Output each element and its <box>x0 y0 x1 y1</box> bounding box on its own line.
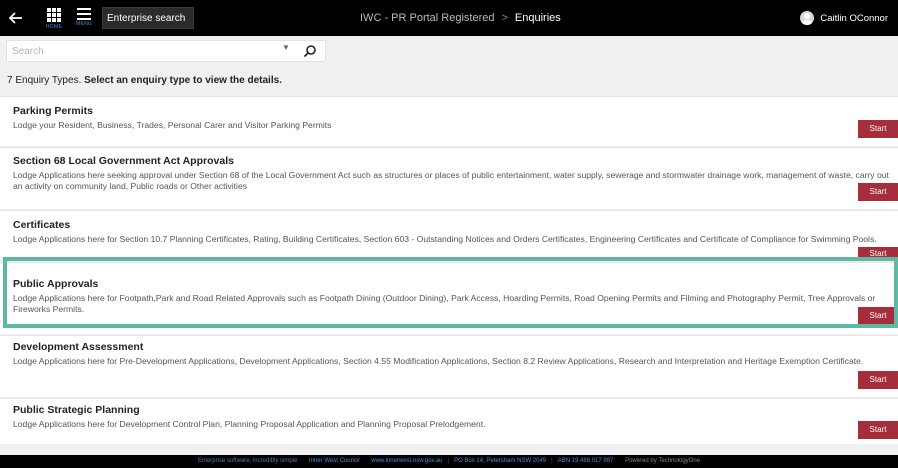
footer-website-link[interactable]: www.innerwest.nsw.gov.au <box>371 458 442 464</box>
footer-powered-by[interactable]: Powered by TechnologyOne <box>625 458 700 464</box>
back-arrow-icon[interactable] <box>6 7 26 29</box>
enterprise-search-input[interactable]: Enterprise search <box>102 7 194 29</box>
footer-abn: ABN 19 488 017 987 <box>557 458 614 464</box>
enquiry-description: Lodge Applications here for Footpath,Par… <box>13 293 876 314</box>
user-avatar-icon <box>800 11 815 25</box>
menu-label: MENU <box>76 21 92 27</box>
footer-address: PO Box 14, Petersham NSW 2049 <box>454 458 547 464</box>
enquiry-description: Lodge Applications here seeking approval… <box>13 170 889 191</box>
footer-tagline: Enterprise software, incredibly simple <box>197 458 298 464</box>
instruction-text: Select an enquiry type to view the detai… <box>84 75 282 86</box>
footer: Enterprise software, incredibly simple I… <box>0 455 898 468</box>
enquiry-item-public-approvals[interactable]: Public Approvals Lodge Applications here… <box>0 262 898 334</box>
home-grid-icon <box>47 8 61 22</box>
user-menu[interactable]: Caitlin OConnor <box>800 0 888 36</box>
breadcrumb-current: Enquiries <box>514 12 561 24</box>
user-name: Caitlin OConnor <box>820 12 888 24</box>
enquiry-item-development-assessment[interactable]: Development Assessment Lodge Application… <box>0 335 898 397</box>
enquiry-title[interactable]: Parking Permits <box>13 105 93 117</box>
enquiry-description: Lodge Applications here for Pre-Developm… <box>13 356 864 366</box>
breadcrumb: IWC - PR Portal Registered > Enquiries <box>360 0 561 36</box>
enquiry-title[interactable]: Development Assessment <box>13 341 143 353</box>
start-button[interactable]: Start <box>858 120 898 138</box>
home-button[interactable]: HOME <box>40 5 68 33</box>
home-label: HOME <box>45 24 63 30</box>
start-button[interactable]: Start <box>858 371 898 389</box>
enquiry-search-box: ▼ <box>6 40 326 62</box>
enquiry-title[interactable]: Public Approvals <box>13 278 98 290</box>
top-bar: HOME MENU Enterprise search IWC - PR Por… <box>0 0 898 36</box>
enquiry-title[interactable]: Section 68 Local Government Act Approval… <box>13 155 234 167</box>
start-button[interactable]: Start <box>858 421 898 439</box>
count-text: 7 Enquiry Types. <box>7 75 82 86</box>
enquiry-count: 7 Enquiry Types. Select an enquiry type … <box>7 75 282 86</box>
menu-button[interactable]: MENU <box>70 5 98 33</box>
enquiry-item-parking-permits[interactable]: Parking Permits Lodge your Resident, Bus… <box>0 96 898 146</box>
enquiry-title[interactable]: Certificates <box>13 219 70 231</box>
breadcrumb-separator: > <box>501 12 508 24</box>
start-button[interactable]: Start <box>858 183 898 201</box>
enquiry-item-section-68[interactable]: Section 68 Local Government Act Approval… <box>0 147 898 209</box>
search-icon[interactable] <box>303 44 317 58</box>
enquiry-description: Lodge your Resident, Business, Trades, P… <box>13 120 332 130</box>
enquiry-item-public-strategic-planning[interactable]: Public Strategic Planning Lodge Applicat… <box>0 398 898 444</box>
enquiry-item-certificates[interactable]: Certificates Lodge Applications here for… <box>0 210 898 258</box>
search-input[interactable] <box>7 41 277 61</box>
chevron-down-icon[interactable]: ▼ <box>282 43 290 52</box>
enquiry-title[interactable]: Public Strategic Planning <box>13 404 140 416</box>
start-button[interactable]: Start <box>858 307 898 325</box>
enquiry-description: Lodge Applications here for Section 10.7… <box>13 234 877 244</box>
breadcrumb-root[interactable]: IWC - PR Portal Registered <box>360 12 494 24</box>
enquiry-description: Lodge Applications here for Development … <box>13 419 486 429</box>
start-button[interactable]: Start <box>858 247 898 258</box>
footer-council[interactable]: Inner West Council <box>309 458 360 464</box>
menu-icon <box>77 8 91 20</box>
